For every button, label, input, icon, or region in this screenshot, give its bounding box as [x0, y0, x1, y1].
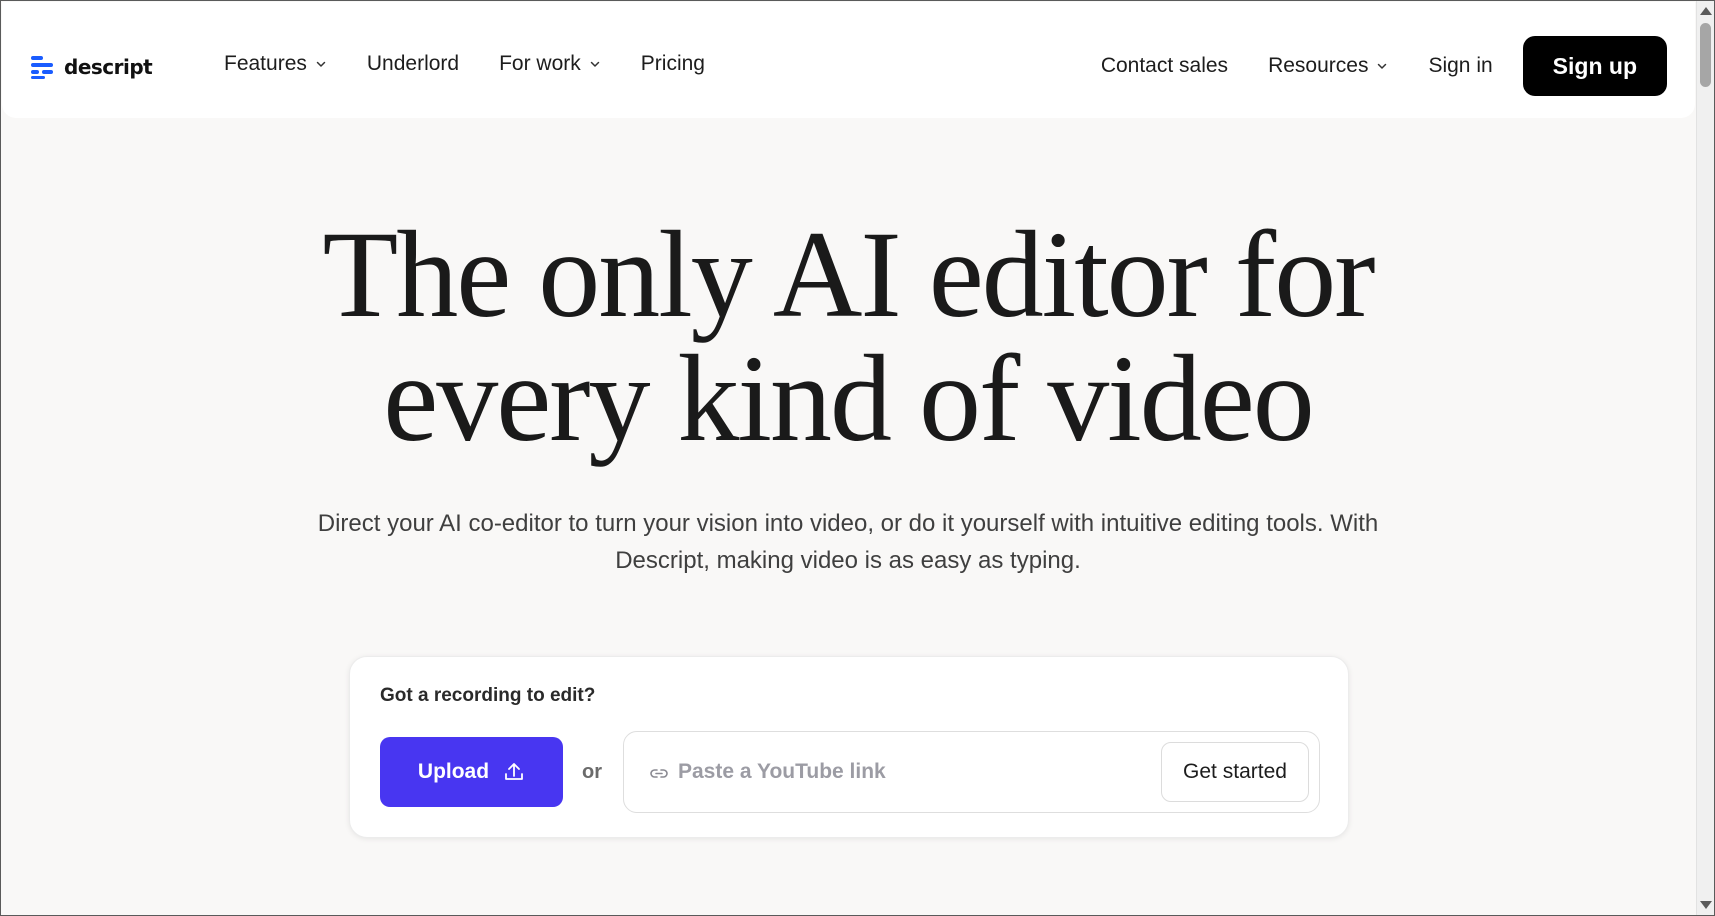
- primary-nav: Features Underlord For work Pricing: [224, 52, 705, 76]
- nav-sign-in-label: Sign in: [1428, 54, 1493, 77]
- nav-underlord[interactable]: Underlord: [367, 52, 459, 76]
- hero-title-line-1: The only AI editor for: [322, 206, 1375, 343]
- upload-card: Got a recording to edit? Upload or Get s…: [349, 656, 1349, 838]
- youtube-link-box: Get started: [623, 731, 1320, 813]
- nav-underlord-label: Underlord: [366, 52, 460, 75]
- link-icon: [650, 769, 668, 778]
- descript-logo-icon: [31, 56, 53, 79]
- sign-up-button[interactable]: Sign up: [1522, 36, 1667, 96]
- hero-title: The only AI editor for every kind of vid…: [1, 213, 1695, 461]
- nav-pricing-label: Pricing: [640, 52, 705, 75]
- scroll-down-arrow-icon[interactable]: [1700, 901, 1712, 909]
- brand-logo[interactable]: descript: [30, 54, 153, 80]
- nav-resources-label: Resources: [1268, 54, 1369, 77]
- nav-features[interactable]: Features: [224, 52, 327, 76]
- upload-card-label: Got a recording to edit?: [380, 685, 596, 706]
- nav-for-work-label: For work: [499, 52, 581, 75]
- upload-button-label: Upload: [417, 760, 490, 783]
- scroll-up-arrow-icon[interactable]: [1700, 7, 1712, 15]
- nav-pricing[interactable]: Pricing: [641, 52, 705, 76]
- hero-title-line-2: every kind of video: [383, 330, 1315, 467]
- nav-resources[interactable]: Resources: [1268, 54, 1388, 78]
- hero-subtitle: Direct your AI co-editor to turn your vi…: [317, 510, 1379, 574]
- youtube-link-input[interactable]: [678, 750, 1158, 794]
- upload-icon: [505, 763, 523, 780]
- site-header: descript Features Underlord For work Pri…: [2, 2, 1695, 118]
- browser-viewport: descript Features Underlord For work Pri…: [0, 0, 1715, 916]
- chevron-down-icon: [1378, 63, 1387, 69]
- chevron-down-icon: [316, 61, 326, 67]
- upload-button[interactable]: Upload: [380, 737, 563, 807]
- nav-contact-sales[interactable]: Contact sales: [1101, 54, 1228, 78]
- nav-for-work[interactable]: For work: [499, 52, 601, 76]
- get-started-button[interactable]: Get started: [1161, 742, 1309, 802]
- brand-name: descript: [64, 55, 153, 79]
- scroll-thumb[interactable]: [1700, 23, 1711, 87]
- chevron-down-icon: [590, 61, 600, 67]
- nav-contact-sales-label: Contact sales: [1100, 54, 1229, 77]
- nav-sign-in[interactable]: Sign in: [1428, 54, 1492, 78]
- secondary-nav: Contact sales Resources Sign in Sign up: [1101, 36, 1667, 96]
- page-scrollbar[interactable]: [1696, 1, 1714, 915]
- nav-features-label: Features: [224, 52, 307, 75]
- or-separator: or: [582, 761, 602, 783]
